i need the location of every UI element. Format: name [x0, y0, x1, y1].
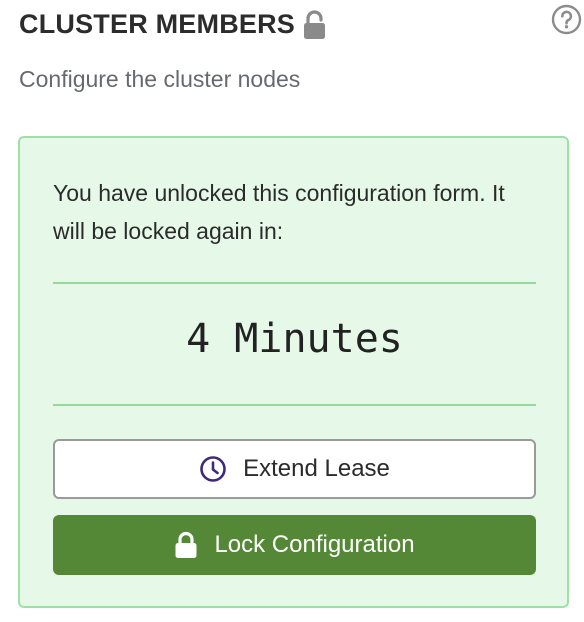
lease-message: You have unlocked this configuration for…	[53, 180, 505, 244]
divider	[53, 404, 536, 406]
cluster-members-panel: CLUSTER MEMBERS Configure the cluster no…	[0, 0, 584, 622]
lease-countdown: 4 Minutes	[186, 316, 403, 362]
help-circle-icon[interactable]	[551, 4, 582, 35]
lock-configuration-button[interactable]: Lock Configuration	[53, 515, 536, 575]
clock-icon	[199, 455, 227, 483]
extend-lease-button[interactable]: Extend Lease	[53, 439, 536, 499]
divider	[53, 282, 536, 284]
lock-configuration-label: Lock Configuration	[214, 531, 415, 558]
panel-header: CLUSTER MEMBERS	[19, 4, 570, 44]
unlock-icon	[302, 8, 328, 40]
lock-icon	[174, 531, 198, 559]
panel-title: CLUSTER MEMBERS	[19, 8, 296, 39]
extend-lease-label: Extend Lease	[243, 455, 390, 482]
lease-notice: You have unlocked this configuration for…	[18, 136, 569, 608]
panel-subtitle: Configure the cluster nodes	[19, 66, 301, 92]
